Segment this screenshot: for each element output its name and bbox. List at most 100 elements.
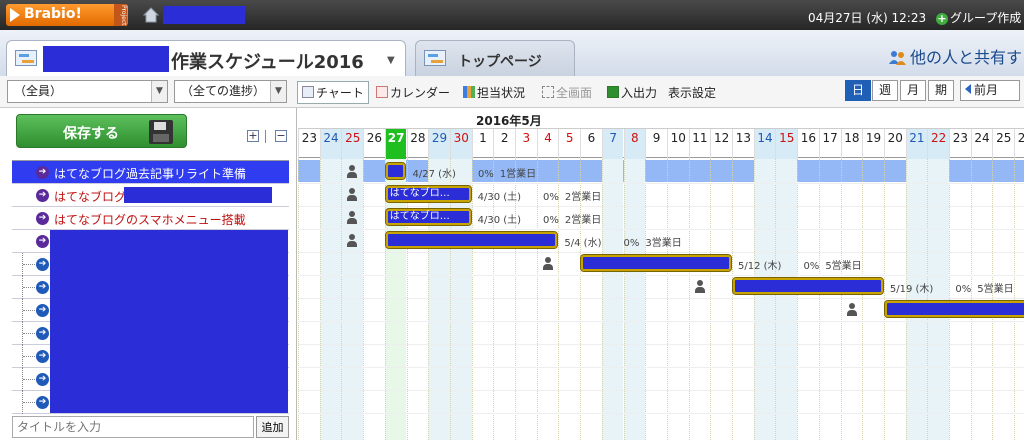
task-row[interactable]: ➔ はてなブログ過去記事リライト準備 — [12, 161, 289, 184]
calendar-view-button[interactable]: カレンダー — [376, 84, 450, 101]
task-bar[interactable]: はてなブロ… — [384, 185, 472, 203]
display-settings-button[interactable]: 表示設定 — [668, 84, 716, 101]
task-bar-info: 4/27 (水) 0% 1営業日 — [413, 165, 537, 180]
tab-top-page[interactable]: トップページ — [415, 40, 575, 76]
day-column — [927, 159, 949, 440]
day-header-cell: 9 — [645, 129, 667, 159]
task-row[interactable]: ➔ はてなブログ — [12, 184, 289, 207]
day-header-cell: 11 — [688, 129, 711, 159]
task-bar[interactable] — [384, 162, 407, 180]
assignee-status-button[interactable]: 担当状況 — [463, 84, 525, 101]
assignee-icon[interactable] — [694, 280, 706, 293]
day-view-button[interactable]: 日 — [845, 80, 871, 101]
assignee-icon[interactable] — [846, 303, 858, 316]
day-header-cell: 22 — [927, 129, 949, 159]
share-button[interactable]: 他の人と共有す — [888, 44, 1022, 68]
day-header-cell: 29 — [428, 129, 450, 159]
task-title: はてなブログのスマホメニュー搭載 — [54, 213, 246, 227]
assignee-icon[interactable] — [346, 165, 358, 178]
previous-month-label: 前月 — [974, 83, 999, 97]
task-bar[interactable] — [732, 277, 884, 295]
task-bar[interactable] — [883, 300, 1024, 318]
due-date: 4/27 (水) — [412, 169, 456, 180]
top-bar: Brabio! Project 04月27日 (水) 12:23 + グループ作成 — [0, 0, 1024, 30]
due-date: 5/12 (木) — [738, 261, 782, 272]
redacted-project-name — [43, 46, 169, 72]
arrow-right-icon: ➔ — [36, 281, 49, 294]
day-column — [645, 159, 667, 440]
task-bar[interactable] — [384, 231, 559, 249]
day-column — [970, 159, 993, 440]
arrow-right-icon: ➔ — [36, 327, 49, 340]
tree-connector — [22, 368, 36, 391]
row-gridline — [298, 413, 1024, 414]
term-view-button[interactable]: 期 — [928, 80, 954, 101]
assignee-icon[interactable] — [346, 188, 358, 201]
month-view-button[interactable]: 月 — [900, 80, 926, 101]
previous-month-button[interactable]: 前月 — [960, 80, 1020, 101]
expand-all-button[interactable]: + — [247, 130, 259, 142]
due-date: 5/4 (水) — [564, 238, 602, 249]
task-row[interactable]: ➔ はてなブログのスマホメニュー搭載 — [12, 207, 289, 230]
brabio-logo[interactable]: Brabio! Project — [6, 4, 128, 26]
redacted-task-text — [124, 187, 272, 203]
collapse-all-button[interactable]: − — [275, 130, 287, 142]
row-gridline — [298, 321, 1024, 322]
day-header-cell: 7 — [601, 129, 624, 159]
day-header-cell: 4 — [536, 129, 559, 159]
logo-arrow-icon — [10, 8, 20, 22]
task-bar-info: 4/30 (土) 0% 2営業日 — [478, 188, 602, 203]
gantt-chart: 2016年5月 23 24 25 26 27 28 29 30 1 2 3 4 5 6 7 8 9 10 11 12 1… — [298, 108, 1024, 440]
day-header-cell: 18 — [840, 129, 863, 159]
import-export-icon — [607, 86, 619, 98]
arrow-right-icon: ➔ — [36, 304, 49, 317]
import-export-button[interactable]: 入出力 — [607, 84, 657, 101]
arrow-right-icon: ➔ — [36, 166, 49, 179]
member-filter-value: （全員） — [14, 84, 63, 98]
plus-icon: + — [936, 12, 948, 25]
tab-bar: 作業スケジュール2016 ▼ トップページ 他の人と共有す — [0, 30, 1024, 76]
due-date: 4/30 (土) — [477, 192, 522, 203]
arrow-right-icon: ➔ — [36, 189, 49, 202]
add-task-button[interactable]: 追加 — [256, 416, 289, 438]
task-bar-info: 5/12 (木) 0% 5営業日 — [738, 257, 862, 272]
group-create-button[interactable]: + グループ作成 — [936, 9, 1021, 26]
tab-dropdown-icon[interactable]: ▼ — [387, 55, 395, 66]
tab-schedule[interactable]: 作業スケジュール2016 ▼ — [6, 40, 406, 76]
arrow-right-icon: ➔ — [36, 212, 49, 225]
day-column — [992, 159, 1014, 440]
top-page-tab-title: トップページ — [458, 54, 542, 70]
day-column — [341, 159, 364, 440]
save-button[interactable]: 保存する — [16, 114, 187, 148]
progress-filter-value: （全ての進捗） — [181, 84, 266, 98]
assignee-icon[interactable] — [542, 257, 554, 270]
progress-filter-select[interactable]: （全ての進捗） ▼ — [174, 80, 287, 103]
assignee-icon[interactable] — [346, 234, 358, 247]
home-icon[interactable] — [142, 6, 160, 24]
month-label: 2016年5月 — [476, 114, 542, 128]
fullscreen-button[interactable]: 全画面 — [542, 84, 592, 101]
redacted-task-titles — [50, 230, 288, 413]
assignee-icon[interactable] — [346, 211, 358, 224]
due-date: 5/19 (木) — [889, 284, 934, 295]
row-gridline — [298, 206, 1024, 207]
day-column — [666, 159, 689, 440]
member-filter-select[interactable]: （全員） ▼ — [7, 80, 168, 103]
day-column — [862, 159, 884, 440]
redacted-user-name — [163, 6, 245, 24]
day-header-cell: 23 — [949, 129, 971, 159]
task-bar[interactable] — [580, 254, 732, 272]
day-header-row: 23 24 25 26 27 28 29 30 1 2 3 4 5 6 7 8 9 10 11 12 13 14 15 16 1… — [298, 128, 1024, 159]
chart-view-label: チャート — [316, 86, 364, 100]
task-title-input[interactable] — [12, 416, 254, 438]
calendar-view-label: カレンダー — [390, 86, 451, 100]
week-view-button[interactable]: 週 — [872, 80, 898, 101]
day-header-cell: 24 — [970, 129, 993, 159]
row-gridline — [298, 252, 1024, 253]
task-bar[interactable]: はてなブロ… — [384, 208, 472, 226]
day-header-cell: 25 — [341, 129, 364, 159]
chart-view-button[interactable]: チャート — [297, 81, 369, 104]
day-header-cell: 5 — [558, 129, 580, 159]
task-panel: 保存する + − ➔ はてなブログ過去記事リライト準備 ➔ はてなブログ ➔ はてなブ… — [0, 108, 297, 440]
business-days: 3営業日 — [645, 238, 682, 249]
